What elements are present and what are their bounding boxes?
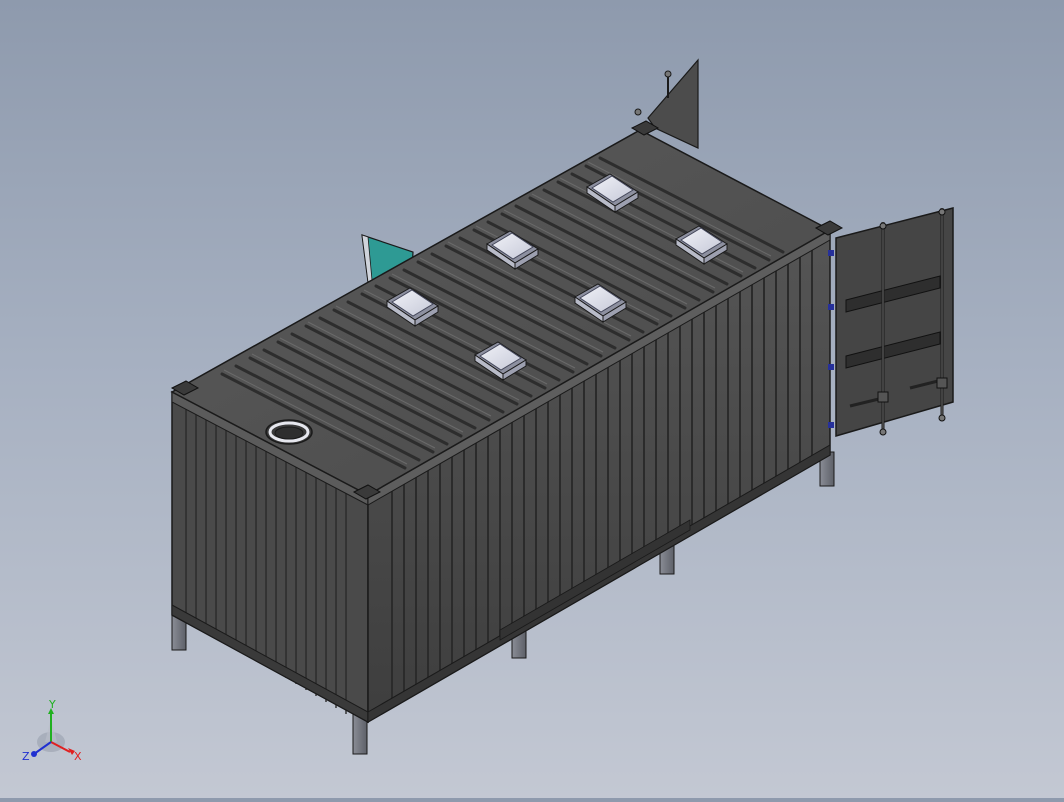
x-axis-label: X <box>74 750 82 763</box>
container-door-open <box>828 207 954 437</box>
axis-triad: Y X Z <box>22 700 82 763</box>
model-canvas[interactable] <box>0 0 1064 798</box>
roof-hatch-ring <box>265 419 313 445</box>
3d-viewport[interactable]: Y X Z <box>0 0 1064 798</box>
y-axis-label: Y <box>48 700 56 711</box>
z-axis-label: Z <box>22 750 30 763</box>
